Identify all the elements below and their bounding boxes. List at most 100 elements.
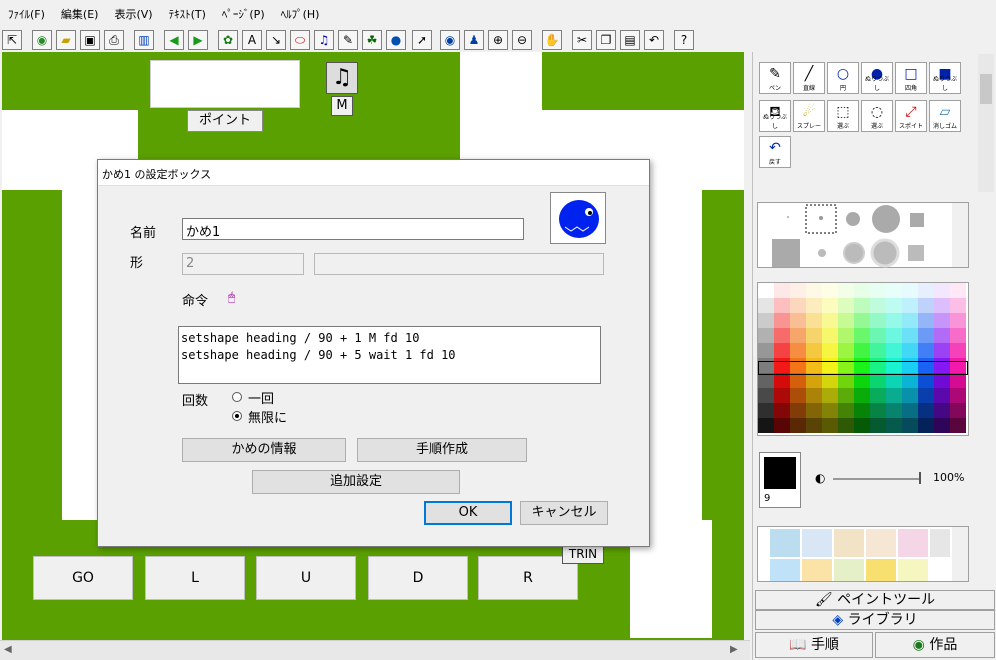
color-swatch[interactable] xyxy=(918,328,934,343)
current-color-swatch[interactable]: 9 xyxy=(759,452,801,508)
color-swatch[interactable] xyxy=(934,373,950,388)
color-swatch[interactable] xyxy=(886,418,902,433)
color-swatch[interactable] xyxy=(902,373,918,388)
point-button[interactable]: ポイント xyxy=(187,110,263,132)
ok-button[interactable]: OK xyxy=(424,501,512,525)
color-swatch[interactable] xyxy=(918,313,934,328)
fill-tool[interactable]: ⛾ ぬりつぶし xyxy=(759,100,791,132)
color-swatch[interactable] xyxy=(774,388,790,403)
color-swatch[interactable] xyxy=(934,298,950,313)
brush-scrollbar[interactable] xyxy=(952,203,968,267)
color-swatch[interactable] xyxy=(934,283,950,298)
color-swatch[interactable] xyxy=(918,403,934,418)
color-swatch[interactable] xyxy=(838,328,854,343)
color-swatch[interactable] xyxy=(838,388,854,403)
cut-icon[interactable]: ✂ xyxy=(572,30,592,50)
extra-settings-button[interactable]: 追加設定 xyxy=(252,470,460,494)
color-swatch[interactable] xyxy=(774,373,790,388)
color-swatch[interactable] xyxy=(886,283,902,298)
next-page-icon[interactable]: ▶ xyxy=(188,30,208,50)
color-swatch[interactable] xyxy=(854,373,870,388)
color-swatch[interactable] xyxy=(902,388,918,403)
color-swatch[interactable] xyxy=(870,283,886,298)
music-icon[interactable]: ♫ xyxy=(314,30,334,50)
menu-help[interactable]: ﾍﾙﾌﾟ(H) xyxy=(273,6,328,22)
color-swatch[interactable] xyxy=(886,298,902,313)
color-swatch[interactable] xyxy=(854,403,870,418)
color-swatch[interactable] xyxy=(822,418,838,433)
brush-size-palette[interactable] xyxy=(757,202,969,268)
color-palette[interactable] xyxy=(757,282,969,436)
tab-works[interactable]: ◉ 作品 xyxy=(875,632,995,658)
scroll-right-icon[interactable]: ▶ xyxy=(730,644,738,655)
color-swatch[interactable] xyxy=(758,283,774,298)
radio-infinite[interactable] xyxy=(232,411,242,421)
line-tool[interactable]: ╱ 直線 xyxy=(793,62,825,94)
color-swatch[interactable] xyxy=(806,298,822,313)
color-swatch[interactable] xyxy=(822,283,838,298)
eye-icon[interactable]: ◉ xyxy=(440,30,460,50)
undo-tool[interactable]: ↶ 戻す xyxy=(759,136,791,168)
color-swatch[interactable] xyxy=(934,388,950,403)
texture-scrollbar[interactable] xyxy=(952,527,968,581)
color-swatch[interactable] xyxy=(902,343,918,358)
color-swatch[interactable] xyxy=(854,343,870,358)
color-swatch[interactable] xyxy=(886,328,902,343)
color-swatch[interactable] xyxy=(822,373,838,388)
lasso-tool[interactable]: ◌ 選ぶ xyxy=(861,100,893,132)
up-button[interactable]: U xyxy=(256,556,356,600)
color-swatch[interactable] xyxy=(822,298,838,313)
color-swatch[interactable] xyxy=(854,298,870,313)
menu-edit[interactable]: 編集(E) xyxy=(53,6,107,22)
color-swatch[interactable] xyxy=(918,298,934,313)
color-swatch[interactable] xyxy=(950,283,966,298)
color-swatch[interactable] xyxy=(918,373,934,388)
square-tool[interactable]: □ 四角 xyxy=(895,62,927,94)
turtle-info-button[interactable]: かめの情報 xyxy=(182,438,346,462)
color-swatch[interactable] xyxy=(870,373,886,388)
menu-file[interactable]: ﾌｧｲﾙ(F) xyxy=(0,6,53,22)
new-page-icon[interactable]: ◉ xyxy=(32,30,52,50)
stop-hand-icon[interactable]: ✋ xyxy=(542,30,562,50)
color-swatch[interactable] xyxy=(758,418,774,433)
color-swatch[interactable] xyxy=(758,388,774,403)
command-textarea[interactable]: setshape heading / 90 + 1 M fd 10 setsha… xyxy=(178,326,601,384)
color-swatch[interactable] xyxy=(950,418,966,433)
color-swatch[interactable] xyxy=(806,343,822,358)
color-swatch[interactable] xyxy=(950,328,966,343)
color-swatch[interactable] xyxy=(886,343,902,358)
color-swatch[interactable] xyxy=(902,328,918,343)
color-swatch[interactable] xyxy=(854,418,870,433)
color-swatch[interactable] xyxy=(758,298,774,313)
tab-procedure[interactable]: 📖 手順 xyxy=(755,632,873,658)
color-swatch[interactable] xyxy=(838,418,854,433)
color-swatch[interactable] xyxy=(774,313,790,328)
stamp-icon[interactable]: ♟ xyxy=(464,30,484,50)
color-swatch[interactable] xyxy=(758,403,774,418)
color-swatch[interactable] xyxy=(854,388,870,403)
color-swatch[interactable] xyxy=(950,343,966,358)
filled-square-tool[interactable]: ■ ぬりつぶし xyxy=(929,62,961,94)
pen-icon[interactable]: ✎ xyxy=(338,30,358,50)
color-swatch[interactable] xyxy=(918,343,934,358)
color-swatch[interactable] xyxy=(950,373,966,388)
color-swatch[interactable] xyxy=(870,298,886,313)
opacity-slider[interactable] xyxy=(833,478,919,480)
create-procedure-button[interactable]: 手順作成 xyxy=(357,438,527,462)
pointer-icon[interactable]: ⇱ xyxy=(2,30,22,50)
color-swatch[interactable] xyxy=(838,373,854,388)
color-swatch[interactable] xyxy=(774,283,790,298)
button-tool-icon[interactable]: ⬭ xyxy=(290,30,310,50)
color-swatch[interactable] xyxy=(870,418,886,433)
color-swatch[interactable] xyxy=(854,283,870,298)
color-swatch[interactable] xyxy=(870,328,886,343)
color-swatch[interactable] xyxy=(886,403,902,418)
color-swatch[interactable] xyxy=(886,313,902,328)
eraser-tool[interactable]: ▱ 消しゴム xyxy=(929,100,961,132)
color-swatch[interactable] xyxy=(790,418,806,433)
color-swatch[interactable] xyxy=(934,403,950,418)
color-swatch[interactable] xyxy=(806,313,822,328)
color-swatch[interactable] xyxy=(886,373,902,388)
menu-view[interactable]: 表示(V) xyxy=(106,6,160,22)
color-swatch[interactable] xyxy=(806,388,822,403)
